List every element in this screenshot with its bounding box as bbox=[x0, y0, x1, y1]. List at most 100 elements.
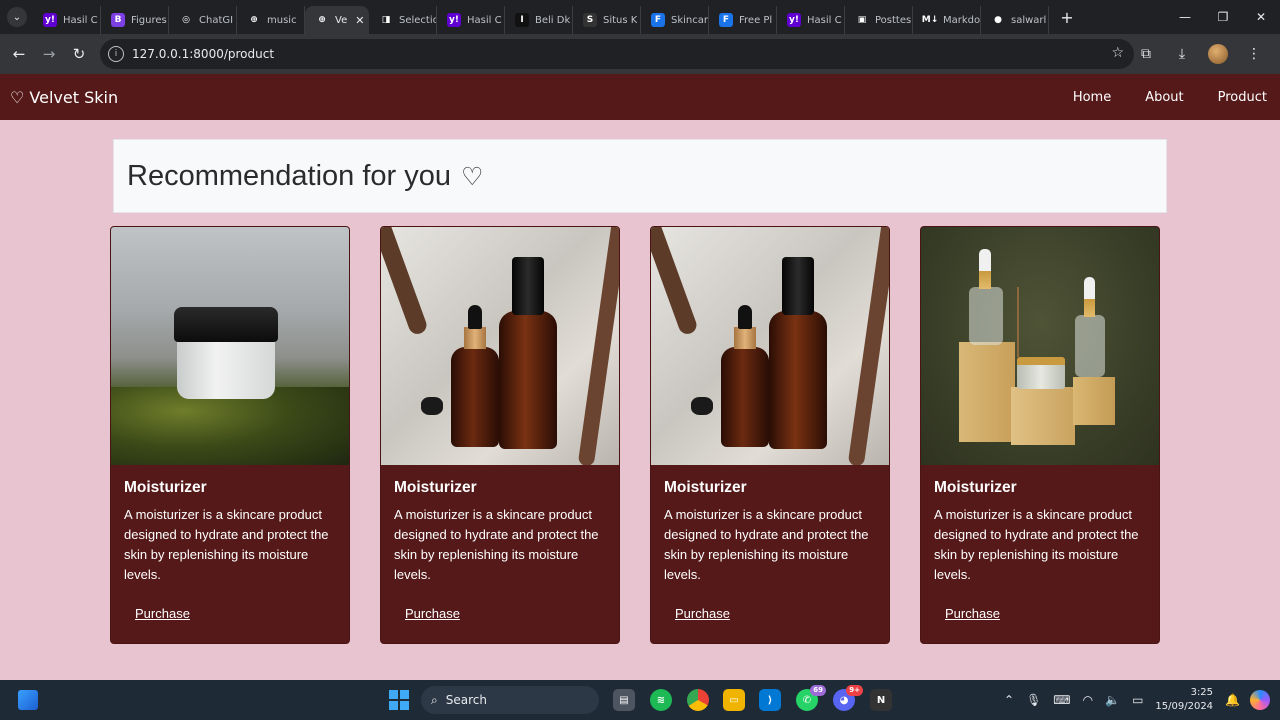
microphone-icon[interactable]: 🎙 bbox=[1026, 693, 1041, 707]
product-title: Moisturizer bbox=[124, 479, 207, 496]
new-tab-icon[interactable]: + bbox=[1055, 8, 1079, 27]
brand-logo[interactable]: ♡ Velvet Skin bbox=[10, 88, 118, 107]
back-icon[interactable]: ← bbox=[4, 45, 34, 63]
tab-label: ChatGI bbox=[199, 14, 234, 26]
product-title: Moisturizer bbox=[934, 479, 1017, 496]
window-controls: — ❐ ✕ bbox=[1166, 0, 1280, 34]
tab-label: Ve bbox=[335, 14, 348, 26]
windows-taskbar: ⌕ Search ▤ ≋ ▭ ⟩ ✆ 69 ◕ 9+ N ⌃ 🎙 ⌨ ◠ 🔈 ▭ 3… bbox=[0, 680, 1280, 720]
purchase-link[interactable]: Purchase bbox=[405, 606, 460, 621]
globe-icon: ⊕ bbox=[247, 13, 261, 27]
f-icon: F bbox=[719, 13, 733, 27]
nav-link-product[interactable]: Product bbox=[1218, 90, 1267, 105]
product-image-jar bbox=[111, 227, 349, 465]
restore-icon[interactable]: ❐ bbox=[1204, 0, 1242, 34]
url-text[interactable]: 127.0.0.1:8000/product bbox=[132, 47, 274, 61]
start-menu-icon[interactable] bbox=[389, 690, 409, 710]
chevron-up-icon[interactable]: ⌃ bbox=[1004, 693, 1014, 707]
tab-label: music bbox=[267, 14, 297, 26]
tab-search-icon[interactable]: ⌄ bbox=[7, 7, 27, 27]
browser-tab[interactable]: y! Hasil C bbox=[777, 6, 845, 34]
keyboard-icon[interactable]: ⌨ bbox=[1053, 693, 1070, 707]
yahoo-icon: y! bbox=[787, 13, 801, 27]
file-manager-icon[interactable]: ▤ bbox=[613, 689, 635, 711]
copilot-icon[interactable] bbox=[1250, 690, 1270, 710]
menu-icon[interactable]: ⋮ bbox=[1236, 46, 1272, 62]
address-bar[interactable]: i 127.0.0.1:8000/product ☆ bbox=[100, 39, 1134, 69]
browser-tab[interactable]: y! Hasil C bbox=[437, 6, 505, 34]
browser-tab[interactable]: ⊕ music bbox=[237, 6, 305, 34]
wifi-icon[interactable]: ◠ bbox=[1083, 693, 1093, 707]
product-description: A moisturizer is a skincare product desi… bbox=[394, 507, 599, 582]
browser-tab[interactable]: B Figures bbox=[101, 6, 169, 34]
nav-link-about[interactable]: About bbox=[1145, 90, 1183, 105]
product-card: Moisturizer A moisturizer is a skincare … bbox=[110, 226, 350, 644]
recommendation-banner: Recommendation for you ♡ bbox=[113, 139, 1167, 213]
profile-avatar[interactable] bbox=[1208, 44, 1228, 64]
browser-tab[interactable]: y! Hasil C bbox=[33, 6, 101, 34]
extensions-icon[interactable]: ⧉ bbox=[1128, 46, 1164, 62]
shop-icon: I bbox=[515, 13, 529, 27]
site-navbar: ♡ Velvet Skin Home About Product bbox=[0, 74, 1280, 120]
notification-icon[interactable]: 🔔 bbox=[1225, 693, 1240, 707]
clock[interactable]: 3:25 15/09/2024 bbox=[1155, 686, 1213, 714]
markdown-icon: M↓ bbox=[921, 13, 939, 27]
browser-tab[interactable]: ⊕ Ve ✕ bbox=[305, 6, 369, 34]
battery-icon[interactable]: ▭ bbox=[1132, 693, 1143, 707]
product-card: Moisturizer A moisturizer is a skincare … bbox=[650, 226, 890, 644]
discord-icon[interactable]: ◕ 9+ bbox=[833, 685, 863, 711]
whatsapp-icon[interactable]: ✆ 69 bbox=[796, 685, 826, 711]
purchase-link[interactable]: Purchase bbox=[675, 606, 730, 621]
tab-label: salwarl bbox=[1011, 14, 1047, 26]
browser-tab[interactable]: M↓ Markdo bbox=[913, 6, 981, 34]
tab-label: Hasil C bbox=[63, 14, 98, 26]
reload-icon[interactable]: ↻ bbox=[64, 45, 94, 63]
tab-label: Posttes bbox=[875, 14, 912, 26]
close-window-icon[interactable]: ✕ bbox=[1242, 0, 1280, 34]
heart-icon: ♡ bbox=[461, 161, 484, 191]
browser-tab[interactable]: F Free Pl bbox=[709, 6, 777, 34]
recommendation-title: Recommendation for you bbox=[127, 159, 451, 192]
browser-tab[interactable]: ● salwarl bbox=[981, 6, 1049, 34]
download-icon[interactable]: ⤓ bbox=[1164, 46, 1200, 62]
product-description: A moisturizer is a skincare product desi… bbox=[934, 507, 1139, 582]
browser-tab-strip: ⌄ y! Hasil C B Figures ◎ ChatGI ⊕ music ⊕ Ve ✕ ◨ Sel… bbox=[0, 0, 1280, 34]
purchase-link[interactable]: Purchase bbox=[135, 606, 190, 621]
tab-label: Situs K bbox=[603, 14, 638, 26]
site-info-icon[interactable]: i bbox=[108, 46, 124, 62]
f-icon: F bbox=[651, 13, 665, 27]
discord-badge: 9+ bbox=[846, 685, 863, 696]
forward-icon[interactable]: → bbox=[34, 45, 64, 63]
search-icon: ⌕ bbox=[431, 692, 438, 707]
browser-tab[interactable]: I Beli Dk bbox=[505, 6, 573, 34]
widgets-icon[interactable] bbox=[18, 690, 38, 710]
vscode-icon[interactable]: ⟩ bbox=[759, 689, 781, 711]
minimize-icon[interactable]: — bbox=[1166, 0, 1204, 34]
nav-link-home[interactable]: Home bbox=[1073, 90, 1111, 105]
globe-icon: ⊕ bbox=[315, 13, 329, 27]
product-image-bottles bbox=[651, 227, 889, 465]
spotify-icon[interactable]: ≋ bbox=[650, 689, 672, 711]
bookmark-star-icon[interactable]: ☆ bbox=[1111, 45, 1124, 61]
brand-text[interactable]: ♡ Velvet Skin bbox=[10, 88, 118, 107]
tab-label: Free Pl bbox=[739, 14, 773, 26]
browser-tab[interactable]: ◎ ChatGI bbox=[169, 6, 237, 34]
tab-list: y! Hasil C B Figures ◎ ChatGI ⊕ music ⊕ Ve ✕ ◨ Selec… bbox=[33, 0, 1049, 34]
chatgpt-icon: ◎ bbox=[179, 13, 193, 27]
browser-tab[interactable]: ▣ Posttes bbox=[845, 6, 913, 34]
taskbar-search[interactable]: ⌕ Search bbox=[421, 686, 599, 714]
purchase-link[interactable]: Purchase bbox=[945, 606, 1000, 621]
github-icon: ● bbox=[991, 13, 1005, 27]
flag-icon: ◨ bbox=[379, 13, 393, 27]
product-title: Moisturizer bbox=[394, 479, 477, 496]
folder-icon[interactable]: ▭ bbox=[723, 689, 745, 711]
volume-icon[interactable]: 🔈 bbox=[1105, 693, 1120, 707]
browser-tab[interactable]: F Skincar bbox=[641, 6, 709, 34]
notion-icon[interactable]: N bbox=[870, 689, 892, 711]
browser-tab[interactable]: ◨ Selectio bbox=[369, 6, 437, 34]
chrome-icon[interactable] bbox=[687, 689, 709, 711]
browser-tab[interactable]: S Situs K bbox=[573, 6, 641, 34]
nav-links: Home About Product bbox=[1039, 90, 1270, 105]
tab-label: Figures bbox=[131, 14, 167, 26]
close-tab-icon[interactable]: ✕ bbox=[355, 14, 364, 27]
